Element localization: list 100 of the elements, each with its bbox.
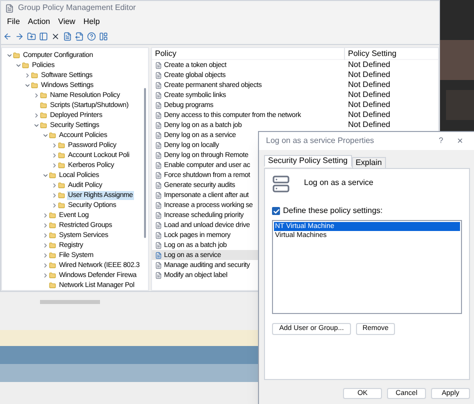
policy-icon — [155, 222, 162, 228]
chevron-right-icon[interactable] — [50, 192, 58, 198]
scrollbar-thumb[interactable] — [144, 88, 146, 238]
checkbox-label: Define these policy settings: — [283, 205, 383, 217]
policy-setting: Not Defined — [347, 59, 392, 71]
folder-icon — [40, 112, 47, 118]
chevron-right-icon[interactable] — [42, 232, 48, 238]
folder-up-icon[interactable] — [27, 32, 36, 41]
policy-icon — [155, 262, 162, 268]
export-icon[interactable] — [75, 32, 84, 41]
folder-icon — [58, 162, 65, 168]
folder-icon — [31, 82, 38, 88]
folder-icon — [31, 72, 38, 78]
checkbox[interactable] — [272, 207, 280, 215]
help-icon[interactable] — [87, 32, 96, 41]
policy-icon — [155, 62, 162, 68]
folder-icon — [40, 102, 47, 108]
folder-icon — [58, 182, 65, 188]
policy-icon — [155, 252, 162, 258]
folder-icon — [49, 282, 56, 288]
policy-setting: Not Defined — [347, 89, 392, 101]
window-title: Group Policy Management Editor — [18, 2, 136, 14]
policy-icon — [155, 132, 162, 138]
folder-icon — [40, 122, 47, 128]
policy-icon — [155, 162, 162, 168]
chevron-down-icon[interactable] — [14, 62, 22, 68]
folder-icon — [49, 132, 56, 138]
policy-icon — [155, 72, 162, 78]
check-icon — [272, 208, 280, 214]
chevron-right-icon[interactable] — [42, 212, 48, 218]
chevron-right-icon[interactable] — [50, 202, 58, 208]
chevron-down-icon[interactable] — [42, 172, 48, 178]
policy-icon — [155, 232, 162, 238]
tab[interactable]: Security Policy Setting — [264, 155, 352, 167]
policy-setting: Not Defined — [347, 69, 392, 81]
close-button[interactable]: × — [451, 134, 469, 148]
delete-icon[interactable] — [51, 32, 60, 41]
document-icon[interactable] — [63, 32, 72, 41]
chevron-right-icon[interactable] — [24, 72, 30, 78]
policy-icon — [155, 172, 162, 178]
policy-icon — [155, 102, 162, 108]
policy-icon — [155, 182, 162, 188]
server-icon — [272, 175, 290, 193]
chevron-right-icon[interactable] — [42, 252, 48, 258]
forward-icon[interactable] — [15, 32, 24, 41]
policy-icon — [155, 192, 162, 198]
chevron-right-icon[interactable] — [42, 272, 48, 278]
folder-icon — [40, 92, 47, 98]
folder-icon — [49, 272, 56, 278]
folder-icon — [58, 142, 65, 148]
folder-icon — [58, 192, 65, 198]
chevron-down-icon[interactable] — [42, 132, 48, 138]
chevron-down-icon[interactable] — [6, 52, 12, 58]
panel-icon[interactable] — [39, 32, 48, 41]
chevron-down-icon[interactable] — [32, 122, 40, 128]
policy-icon — [155, 272, 162, 278]
chevron-right-icon[interactable] — [42, 242, 48, 248]
column-header[interactable]: Policy Setting — [344, 48, 400, 60]
policy-icon — [155, 122, 162, 128]
policy-icon — [155, 82, 162, 88]
policy-setting: Not Defined — [347, 109, 392, 121]
folder-icon — [49, 232, 56, 238]
folder-icon — [49, 212, 56, 218]
app-icon — [5, 4, 14, 12]
chevron-right-icon[interactable] — [32, 112, 40, 118]
chevron-right-icon[interactable] — [50, 152, 58, 158]
panel-icon[interactable] — [99, 32, 108, 41]
folder-icon — [49, 262, 56, 268]
folder-icon — [49, 252, 56, 258]
dialog-title: Log on as a service Properties — [266, 135, 376, 147]
folder-icon — [13, 52, 20, 58]
policy-setting: Not Defined — [347, 99, 392, 111]
chevron-down-icon[interactable] — [24, 82, 30, 88]
help-button[interactable]: ? — [431, 135, 451, 147]
chevron-right-icon[interactable] — [50, 162, 58, 168]
policy-icon — [155, 202, 162, 208]
policy-title: Log on as a service — [304, 177, 374, 189]
folder-icon — [49, 172, 56, 178]
chevron-right-icon[interactable] — [50, 142, 58, 148]
policy-icon — [155, 92, 162, 98]
chevron-right-icon[interactable] — [50, 182, 58, 188]
menu-item[interactable]: Action — [24, 16, 54, 28]
folder-icon — [49, 222, 56, 228]
folder-icon — [22, 62, 29, 68]
menu-item[interactable]: Help — [79, 16, 104, 28]
chevron-right-icon[interactable] — [32, 92, 40, 98]
back-icon[interactable] — [3, 32, 12, 41]
folder-icon — [49, 242, 56, 248]
policy-setting: Not Defined — [347, 79, 392, 91]
menu-item[interactable]: View — [54, 16, 80, 28]
chevron-right-icon[interactable] — [42, 222, 48, 228]
folder-icon — [58, 202, 65, 208]
chevron-right-icon[interactable] — [42, 262, 48, 268]
folder-icon — [58, 152, 65, 158]
column-header[interactable]: Policy — [152, 48, 344, 60]
policy-icon — [155, 152, 162, 158]
policy-icon — [155, 112, 162, 118]
policy-icon — [155, 212, 162, 218]
menu-item[interactable]: File — [3, 16, 24, 28]
policy-icon — [155, 142, 162, 148]
